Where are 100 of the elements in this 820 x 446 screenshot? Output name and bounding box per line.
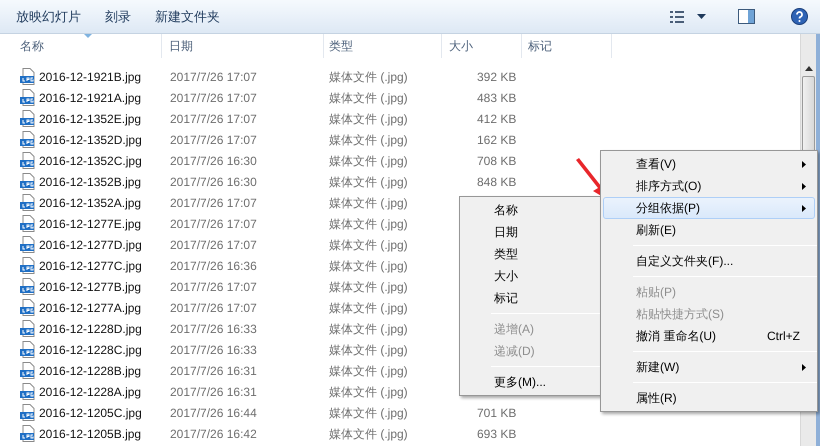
file-type: 媒体文件 (.jpg) — [329, 112, 408, 126]
file-date: 2017/7/26 16:31 — [170, 364, 257, 378]
file-size: 162 KB — [477, 132, 516, 146]
column-header[interactable]: 大小 — [449, 37, 473, 55]
file-name[interactable]: 2016-12-1228D.jpg — [39, 320, 142, 338]
file-name[interactable]: 2016-12-1921B.jpg — [39, 68, 142, 86]
file-type: 媒体文件 (.jpg) — [329, 238, 408, 252]
preview-pane-icon[interactable] — [738, 9, 755, 24]
file-size: 412 KB — [477, 112, 516, 126]
menu-item[interactable]: 新建(W) — [603, 356, 815, 378]
column-header[interactable]: 名称 — [20, 37, 44, 55]
menu-item[interactable]: 类型 — [462, 243, 600, 265]
jpg-file-icon — [20, 173, 36, 190]
menu-item[interactable]: 自定义文件夹(F)... — [603, 250, 815, 272]
file-name[interactable]: 2016-12-1277C.jpg — [39, 256, 142, 274]
file-name[interactable]: 2016-12-1921A.jpg — [39, 88, 142, 106]
file-type: 媒体文件 (.jpg) — [329, 384, 408, 398]
file-type: 媒体文件 (.jpg) — [329, 364, 408, 378]
jpg-file-icon — [20, 131, 36, 148]
file-date: 2017/7/26 17:07 — [170, 280, 257, 294]
file-size: 708 KB — [477, 154, 516, 168]
file-date: 2017/7/26 16:30 — [170, 154, 257, 168]
menu-item[interactable]: 名称 — [462, 199, 600, 221]
file-size: 848 KB — [477, 174, 516, 188]
file-date: 2017/7/26 17:07 — [170, 196, 257, 210]
file-name[interactable]: 2016-12-1352A.jpg — [39, 194, 142, 212]
jpg-file-icon — [20, 257, 36, 274]
file-date: 2017/7/26 16:44 — [170, 406, 257, 420]
file-name[interactable]: 2016-12-1205C.jpg — [39, 404, 142, 422]
menu-item[interactable]: 更多(M)... — [462, 371, 600, 393]
file-date: 2017/7/26 16:31 — [170, 384, 257, 398]
file-date: 2017/7/26 16:42 — [170, 426, 257, 440]
file-date: 2017/7/26 16:36 — [170, 258, 257, 272]
jpg-file-icon — [20, 383, 36, 400]
file-date: 2017/7/26 16:33 — [170, 342, 257, 356]
file-name[interactable]: 2016-12-1205B.jpg — [39, 424, 142, 442]
jpg-file-icon — [20, 110, 36, 127]
file-date: 2017/7/26 17:07 — [170, 90, 257, 104]
jpg-file-icon — [20, 404, 36, 421]
menu-item[interactable]: 排序方式(O) — [603, 175, 815, 197]
file-date: 2017/7/26 17:07 — [170, 216, 257, 230]
jpg-file-icon — [20, 341, 36, 358]
file-size: 392 KB — [477, 70, 516, 84]
view-list-icon[interactable] — [669, 10, 685, 24]
toolbar-button[interactable]: 刻录 — [97, 2, 139, 30]
jpg-file-icon — [20, 236, 36, 253]
help-icon[interactable] — [791, 8, 808, 25]
menu-item[interactable]: 大小 — [462, 265, 600, 287]
menu-item[interactable]: 撤消 重命名(U) Ctrl+Z — [603, 325, 815, 347]
file-name[interactable]: 2016-12-1352C.jpg — [39, 152, 142, 170]
file-name[interactable]: 2016-12-1277D.jpg — [39, 236, 142, 254]
column-header[interactable]: 标记 — [528, 37, 552, 55]
file-size: 701 KB — [477, 406, 516, 420]
file-type: 媒体文件 (.jpg) — [329, 70, 408, 84]
menu-item[interactable]: 查看(V) — [603, 153, 815, 175]
file-type: 媒体文件 (.jpg) — [329, 216, 408, 230]
file-type: 媒体文件 (.jpg) — [329, 154, 408, 168]
file-name[interactable]: 2016-12-1228C.jpg — [39, 340, 142, 358]
file-name[interactable]: 2016-12-1228B.jpg — [39, 362, 142, 380]
jpg-file-icon — [20, 89, 36, 106]
file-size: 483 KB — [477, 90, 516, 104]
file-name[interactable]: 2016-12-1228A.jpg — [39, 382, 142, 400]
menu-item[interactable]: 属性(R) — [603, 387, 815, 409]
file-type: 媒体文件 (.jpg) — [329, 300, 408, 314]
toolbar-button[interactable]: 新建文件夹 — [147, 2, 228, 30]
file-date: 2017/7/26 17:07 — [170, 112, 257, 126]
menu-item[interactable]: 分组依据(P) — [603, 197, 815, 219]
file-size: 693 KB — [477, 426, 516, 440]
file-type: 媒体文件 (.jpg) — [329, 174, 408, 188]
column-header[interactable]: 类型 — [329, 37, 353, 55]
file-type: 媒体文件 (.jpg) — [329, 322, 408, 336]
file-date: 2017/7/26 16:30 — [170, 174, 257, 188]
file-name[interactable]: 2016-12-1277B.jpg — [39, 278, 142, 296]
file-type: 媒体文件 (.jpg) — [329, 258, 408, 272]
file-date: 2017/7/26 17:07 — [170, 132, 257, 146]
menu-item[interactable]: 标记 — [462, 287, 600, 309]
file-name[interactable]: 2016-12-1277A.jpg — [39, 298, 142, 316]
menu-item[interactable]: 日期 — [462, 221, 600, 243]
column-header[interactable]: 日期 — [169, 37, 193, 55]
file-name[interactable]: 2016-12-1352D.jpg — [39, 130, 142, 148]
jpg-file-icon — [20, 194, 36, 211]
file-name[interactable]: 2016-12-1352E.jpg — [39, 110, 142, 128]
file-type: 媒体文件 (.jpg) — [329, 280, 408, 294]
file-type: 媒体文件 (.jpg) — [329, 342, 408, 356]
file-type: 媒体文件 (.jpg) — [329, 406, 408, 420]
dropdown-caret-icon[interactable] — [697, 14, 706, 19]
jpg-file-icon — [20, 362, 36, 379]
file-type: 媒体文件 (.jpg) — [329, 132, 408, 146]
file-name[interactable]: 2016-12-1352B.jpg — [39, 172, 142, 190]
jpg-file-icon — [20, 278, 36, 295]
jpg-file-icon — [20, 215, 36, 232]
menu-item[interactable]: 刷新(E) — [603, 219, 815, 241]
file-date: 2017/7/26 17:07 — [170, 70, 257, 84]
scroll-up-arrow-icon[interactable] — [804, 66, 812, 71]
file-type: 媒体文件 (.jpg) — [329, 90, 408, 104]
file-date: 2017/7/26 17:07 — [170, 238, 257, 252]
jpg-file-icon — [20, 299, 36, 316]
file-name[interactable]: 2016-12-1277E.jpg — [39, 214, 142, 232]
file-type: 媒体文件 (.jpg) — [329, 426, 408, 440]
toolbar-button[interactable]: 放映幻灯片 — [8, 2, 89, 30]
